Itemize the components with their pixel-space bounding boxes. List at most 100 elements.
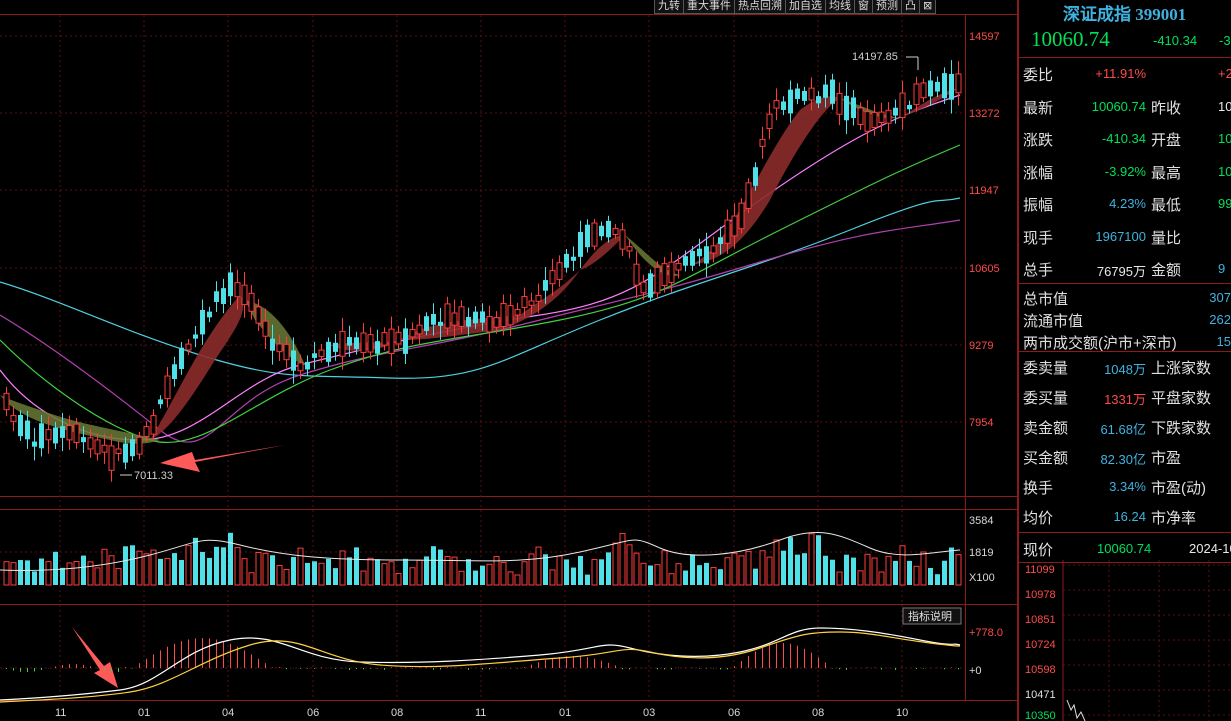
volume-bar: [25, 560, 30, 585]
svg-text:08: 08: [391, 707, 403, 719]
candle-body: [795, 88, 800, 99]
volume-bar: [207, 557, 212, 585]
volume-bar: [115, 568, 122, 586]
indicator-explain-button[interactable]: 指标说明: [902, 607, 962, 625]
toolbar-layout-icon[interactable]: 凸: [901, 0, 920, 14]
candle-body: [724, 219, 731, 244]
volume-bar: [640, 562, 647, 586]
volume-bar: [473, 570, 478, 585]
candle-body: [354, 337, 359, 350]
candle-body: [130, 439, 135, 457]
candle-body: [661, 263, 668, 287]
index-change-pct: -3: [1219, 33, 1231, 48]
toolbar-close-icon[interactable]: ⊠: [919, 0, 937, 14]
toolbar-major-events[interactable]: 重大事件: [683, 0, 735, 14]
quote-stat-value-2: +28: [1218, 66, 1231, 81]
svg-text:01: 01: [138, 707, 150, 719]
toolbar-nine-turn[interactable]: 九转: [654, 0, 684, 14]
candle-body: [248, 292, 255, 312]
volume-bar: [626, 544, 633, 586]
candle-body: [283, 343, 290, 361]
volume-bar: [528, 553, 535, 586]
candle-body: [164, 375, 171, 400]
intraday-mini-chart[interactable]: 11099 10978 10851 10724 10598 10471 1035…: [1019, 560, 1231, 721]
candle-body: [241, 284, 248, 306]
toolbar-forecast[interactable]: 预测: [872, 0, 902, 14]
candle-body: [599, 225, 604, 237]
volume-bar: [200, 551, 205, 585]
candle-body: [871, 111, 878, 129]
volume-bar: [39, 558, 44, 585]
candle-body: [766, 113, 773, 130]
candle-body: [773, 100, 780, 109]
volume-bar: [276, 565, 283, 586]
quote-stat-label: 总手: [1023, 262, 1054, 279]
toolbar-add-watchlist[interactable]: 加自选: [785, 0, 826, 14]
volume-bar: [535, 546, 542, 586]
volume-bar: [851, 557, 856, 585]
candle-body: [514, 309, 521, 316]
candle-body: [136, 436, 143, 455]
quote-stat-label: 振幅: [1023, 197, 1054, 214]
volume-bar: [675, 563, 682, 586]
volume-bar: [543, 554, 548, 585]
candle-body: [150, 415, 157, 435]
toolbar-window[interactable]: 窗: [854, 0, 873, 14]
svg-text:10605: 10605: [969, 263, 1000, 275]
svg-text:13272: 13272: [969, 108, 1000, 120]
quote-stat-value-2: 103: [1218, 163, 1231, 179]
candle-body: [381, 332, 388, 346]
quote-stat-label-2: 开盘: [1151, 132, 1182, 149]
volume-bar: [844, 554, 849, 585]
quote-stat-label: 现手: [1023, 229, 1054, 247]
volume-bar: [347, 557, 352, 585]
candle-body: [473, 311, 478, 324]
market-stat-value: 262: [1209, 312, 1231, 327]
volume-bar: [221, 547, 226, 585]
svg-text:10598: 10598: [1025, 664, 1056, 676]
candle-body: [571, 256, 576, 261]
candle-body: [753, 167, 758, 186]
order-stat-row: 均价 16.24 市净率: [1023, 501, 1231, 531]
order-stat-label: 换手: [1023, 480, 1054, 497]
order-stat-label: 委卖量: [1023, 360, 1069, 377]
volume-bar: [395, 572, 402, 586]
volume-bar: [571, 567, 576, 585]
volume-bar: [704, 562, 709, 585]
candle-body: [403, 328, 408, 354]
quote-stat-row: 涨跌 -410.34 开盘 103: [1023, 123, 1231, 153]
volume-bar: [654, 564, 661, 586]
candle-body: [66, 425, 73, 441]
svg-text:10851: 10851: [1025, 614, 1056, 626]
volume-bar: [486, 563, 493, 586]
kline-chart-area[interactable]: 14197.85 7011.33 14597 13272 11947 10605…: [0, 0, 1018, 721]
toolbar-moving-average[interactable]: 均线: [825, 0, 855, 14]
quote-stat-value-2: 9: [1218, 261, 1226, 276]
toolbar-hotspot-review[interactable]: 热点回溯: [734, 0, 786, 14]
now-price-row: 现价 10060.74 2024-10: [1023, 541, 1231, 559]
volume-bar: [108, 555, 115, 586]
volume-bar: [949, 547, 954, 585]
volume-bar: [738, 555, 745, 586]
svg-text:指标说明: 指标说明: [908, 609, 952, 623]
volume-bar: [816, 535, 821, 585]
candle-body: [619, 229, 626, 250]
volume-bar: [60, 567, 65, 585]
candle-body: [913, 83, 920, 106]
candle-body: [704, 246, 709, 264]
index-change: -410.34: [1153, 33, 1198, 48]
volume-bar: [158, 558, 163, 585]
volume-bar: [885, 555, 892, 586]
svg-text:X100: X100: [969, 572, 995, 584]
candle-body: [851, 97, 856, 119]
market-stat-label: 两市成交额(沪市+深市): [1023, 335, 1177, 352]
quote-stat-value: 1967100: [1095, 228, 1146, 244]
candle-body: [955, 73, 962, 94]
volume-bar: [283, 568, 290, 586]
volume-bar: [766, 556, 773, 586]
macd-histogram: [6, 638, 959, 672]
order-stat-value: 1048万: [1104, 362, 1146, 377]
candle-body: [718, 237, 723, 244]
date-gridlines: [59, 15, 903, 700]
candle-body: [759, 138, 766, 147]
